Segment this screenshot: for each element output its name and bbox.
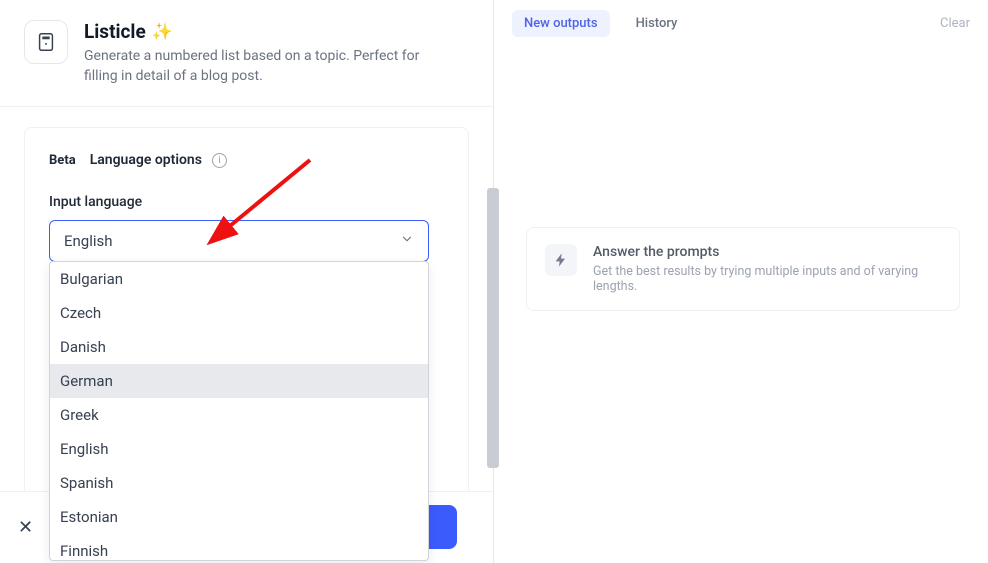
tab-new-outputs[interactable]: New outputs [512,10,610,37]
generate-button[interactable] [427,505,457,549]
tool-title: Listicle [84,20,146,43]
tab-history[interactable]: History [624,10,690,37]
right-panel: New outputs History Clear Answer the pro… [494,0,988,563]
beta-badge: Beta [49,153,76,168]
language-option[interactable]: English [50,432,428,466]
empty-text: Answer the prompts Get the best results … [593,244,941,294]
language-option[interactable]: Spanish [50,466,428,500]
left-panel: Listicle ✨ Generate a numbered list base… [0,0,494,563]
language-dropdown-list[interactable]: BulgarianCzechDanishGermanGreekEnglishSp… [50,262,428,561]
language-option[interactable]: German [50,364,428,398]
form-card: Beta Language options i Input language E… [24,127,469,563]
language-options-label: Language options [90,152,202,168]
beta-row: Beta Language options i [49,152,444,168]
language-option[interactable]: Danish [50,330,428,364]
scrollbar[interactable] [487,188,499,468]
input-language-label: Input language [49,194,444,210]
bolt-icon [545,244,577,276]
language-dropdown: BulgarianCzechDanishGermanGreekEnglishSp… [49,261,429,561]
sparkle-icon: ✨ [152,22,173,42]
tool-description: Generate a numbered list based on a topi… [84,47,444,86]
info-icon[interactable]: i [212,153,227,168]
empty-state-card: Answer the prompts Get the best results … [526,227,960,311]
language-option[interactable]: Bulgarian [50,262,428,296]
select-value: English [64,232,113,250]
tool-icon [24,20,68,64]
tool-header: Listicle ✨ Generate a numbered list base… [0,0,493,107]
tool-meta: Listicle ✨ Generate a numbered list base… [84,20,444,86]
tool-title-row: Listicle ✨ [84,20,444,43]
clear-button[interactable]: Clear [940,16,970,31]
empty-subtitle: Get the best results by trying multiple … [593,264,941,294]
output-tabs: New outputs History Clear [494,0,988,47]
input-language-select[interactable]: English [49,220,429,262]
language-option[interactable]: Greek [50,398,428,432]
close-icon[interactable]: ✕ [18,517,33,538]
language-option[interactable]: Estonian [50,500,428,534]
chevron-down-icon [400,232,414,250]
empty-title: Answer the prompts [593,244,941,260]
language-option[interactable]: Finnish [50,534,428,561]
language-option[interactable]: Czech [50,296,428,330]
